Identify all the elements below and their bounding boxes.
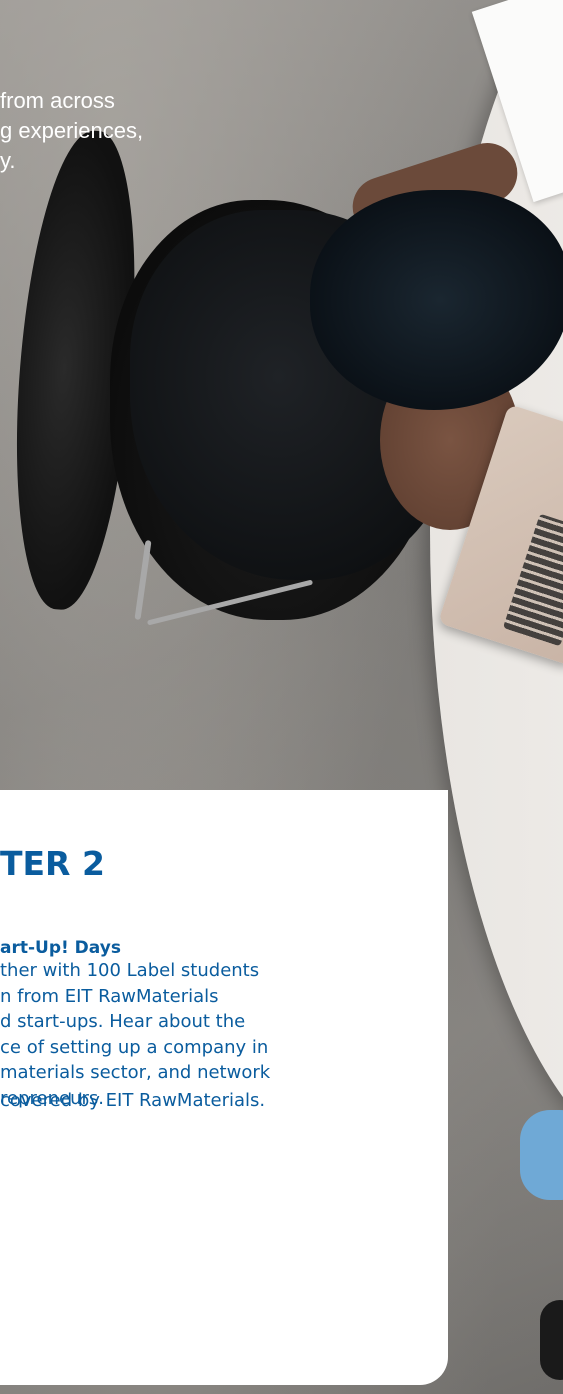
card-body-line: ce of setting up a company in: [0, 1036, 269, 1058]
intro-line: g experiences,: [0, 118, 144, 143]
photo-chair-leg: [134, 539, 152, 621]
intro-line: from across: [0, 88, 115, 113]
photo-shoe: [540, 1300, 563, 1380]
semester-card: TER 2 art-Up! Days ther with 100 Label s…: [0, 790, 448, 1385]
card-note-line: covered by EIT RawMaterials.: [0, 1090, 266, 1111]
intro-text: from across g experiences, y.: [0, 86, 300, 176]
photo-jeans: [520, 1110, 563, 1200]
card-body-line: d start-ups. Hear about the: [0, 1011, 246, 1032]
page-canvas: from across g experiences, y. TER 2 art-…: [0, 0, 563, 1394]
photo-person-hair: [310, 190, 563, 410]
card-title: TER 2: [0, 844, 105, 883]
card-body-line: n from EIT RawMaterials: [0, 985, 219, 1007]
intro-line: y.: [0, 148, 16, 173]
card-body-line: ther with 100 Label students: [0, 960, 260, 981]
card-subtitle: art-Up! Days: [0, 938, 121, 958]
card-note: covered by EIT RawMaterials.: [0, 1088, 265, 1114]
card-body-line: materials sector, and network: [0, 1062, 271, 1083]
